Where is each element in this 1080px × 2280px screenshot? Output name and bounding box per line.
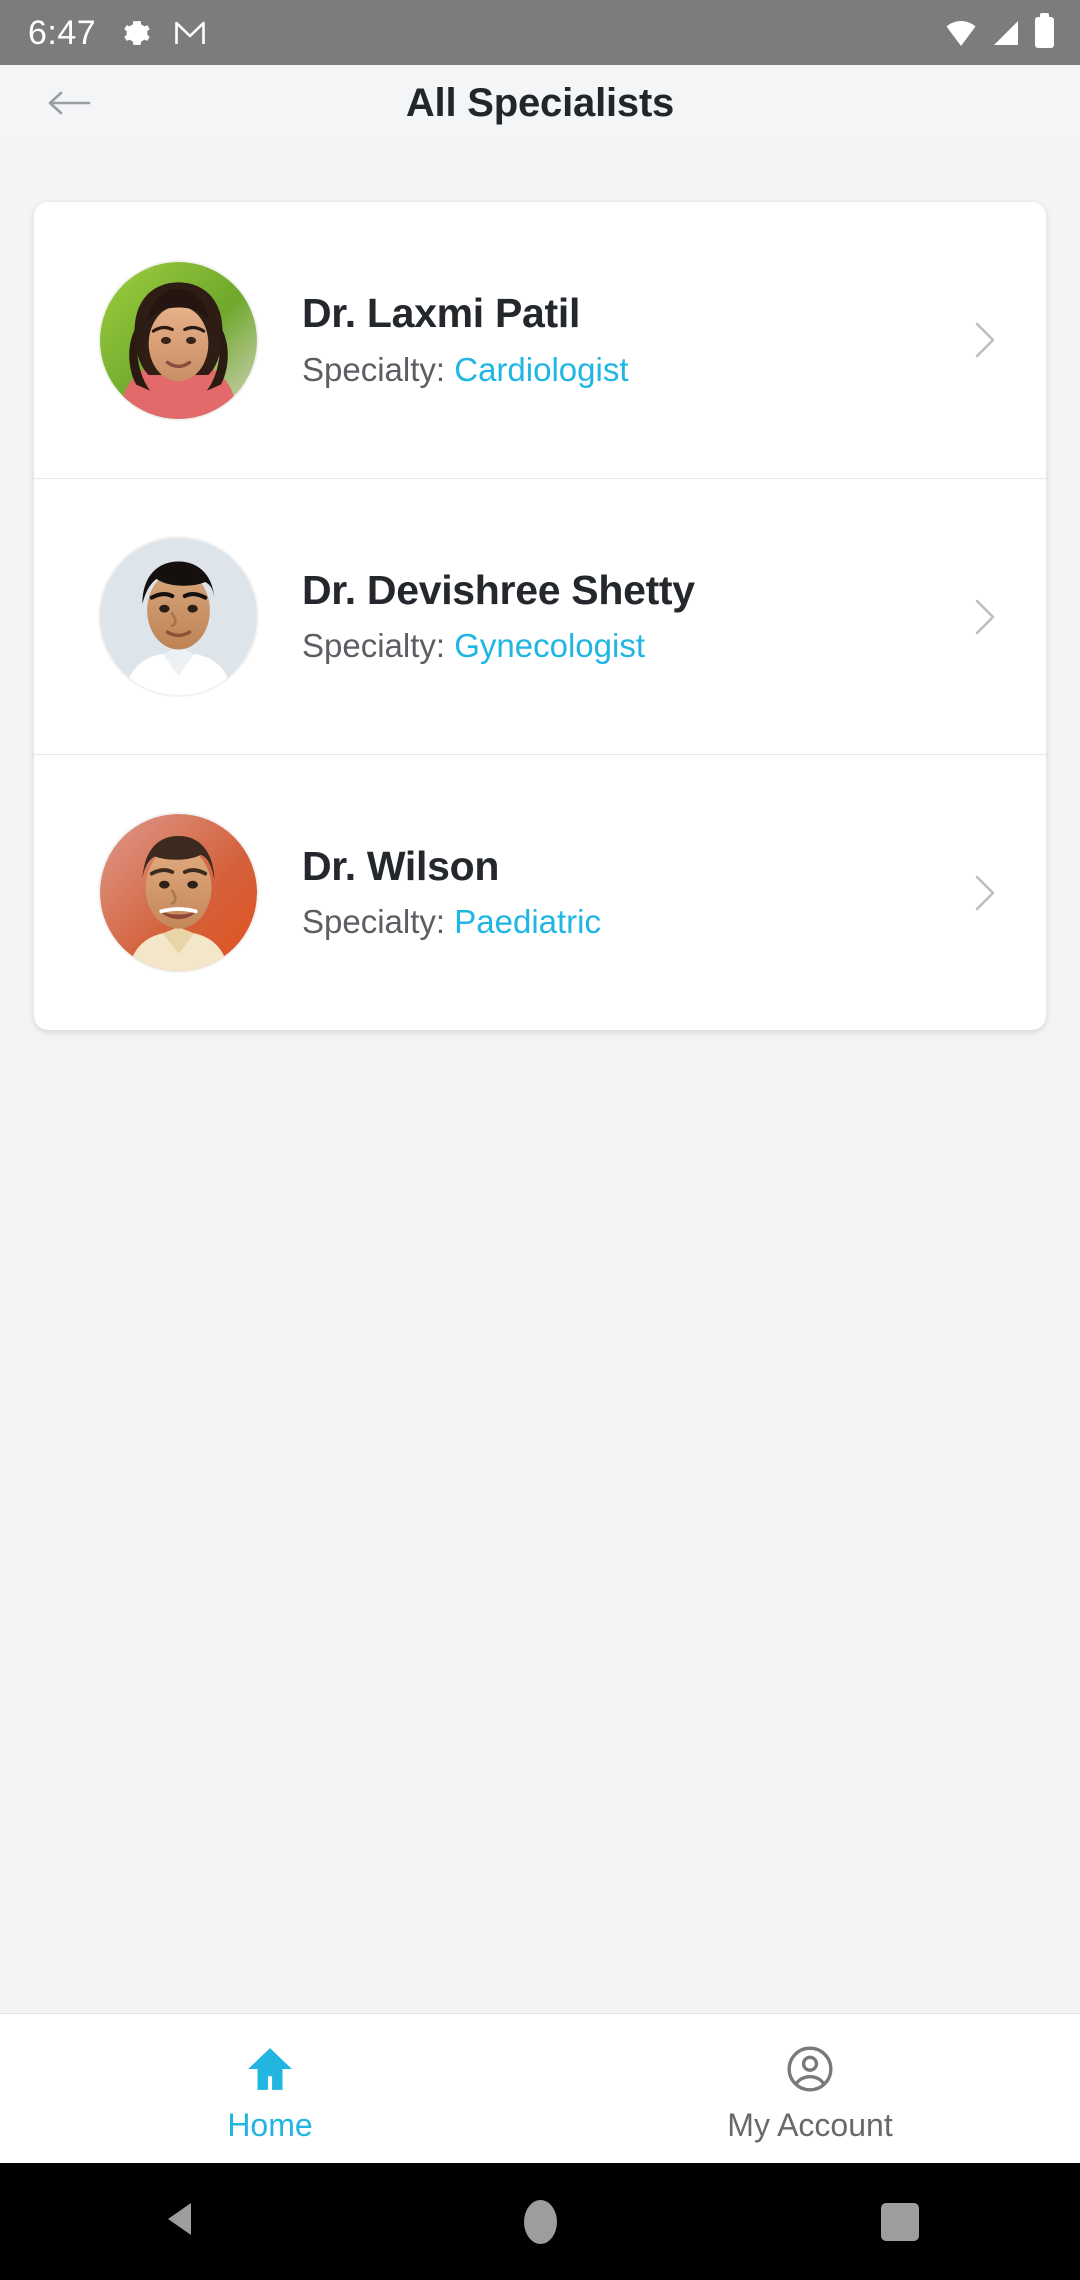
specialty-label: Specialty: [302, 903, 446, 941]
specialty-label: Specialty: [302, 627, 446, 665]
specialty-label: Specialty: [302, 350, 446, 388]
status-bar: 6:47 [0, 0, 1080, 65]
status-bar-clock: 6:47 [28, 13, 97, 52]
doctor-specialty: Specialty: Gynecologist [302, 627, 950, 665]
list-item[interactable]: Dr. Wilson Specialty: Paediatric [34, 754, 1046, 1030]
home-icon [245, 2043, 295, 2095]
phone-screen: 6:47 All Specialists Dr. Laxmi Patil Spe… [0, 0, 1080, 2280]
bottom-tab-bar: Home My Account [0, 2013, 1080, 2163]
avatar [100, 261, 257, 419]
doctor-name: Dr. Devishree Shetty [302, 566, 695, 613]
wifi-icon [945, 19, 977, 47]
battery-icon [1035, 13, 1054, 48]
avatar [100, 814, 257, 971]
nav-home-button[interactable] [360, 2199, 720, 2244]
back-button[interactable] [30, 65, 108, 141]
nav-back-button[interactable] [0, 2200, 360, 2243]
chevron-right-icon[interactable] [950, 874, 1020, 912]
back-triangle-icon [165, 2200, 195, 2243]
specialty-value: Cardiologist [454, 350, 629, 388]
tab-home[interactable]: Home [0, 2014, 540, 2163]
android-navigation-bar [0, 2163, 1080, 2280]
specialty-value: Paediatric [454, 903, 601, 941]
list-item-info: Dr. Devishree Shetty Specialty: Gynecolo… [302, 566, 950, 666]
chevron-right-icon[interactable] [950, 321, 1020, 359]
account-circle-icon [785, 2043, 835, 2095]
home-circle-icon [523, 2199, 557, 2244]
status-bar-notification-icons [122, 18, 206, 48]
list-item[interactable]: Dr. Laxmi Patil Specialty: Cardiologist [34, 202, 1046, 478]
specialty-value: Gynecologist [454, 627, 646, 665]
doctor-specialty: Specialty: Paediatric [302, 903, 950, 941]
page-title: All Specialists [405, 80, 675, 125]
doctor-specialty: Specialty: Cardiologist [302, 351, 950, 389]
cell-signal-icon [991, 19, 1021, 47]
doctor-name: Dr. Laxmi Patil [302, 290, 581, 337]
arrow-left-icon [47, 89, 91, 117]
app-bar: All Specialists [0, 65, 1080, 141]
tab-home-label: Home [227, 2106, 313, 2143]
gmail-icon [174, 20, 206, 46]
tab-my-account-label: My Account [727, 2106, 893, 2143]
recents-square-icon [881, 2202, 919, 2241]
doctor-name: Dr. Wilson [302, 842, 500, 889]
nav-recents-button[interactable] [720, 2202, 1080, 2241]
gear-icon [122, 18, 152, 48]
list-item-info: Dr. Wilson Specialty: Paediatric [302, 842, 950, 942]
list-item-info: Dr. Laxmi Patil Specialty: Cardiologist [302, 290, 950, 389]
list-item[interactable]: Dr. Devishree Shetty Specialty: Gynecolo… [34, 478, 1046, 754]
specialists-list-card: Dr. Laxmi Patil Specialty: Cardiologist [34, 202, 1046, 1030]
status-bar-system-icons [945, 13, 1054, 48]
avatar [100, 538, 257, 695]
tab-my-account[interactable]: My Account [540, 2014, 1080, 2163]
chevron-right-icon[interactable] [950, 598, 1020, 636]
